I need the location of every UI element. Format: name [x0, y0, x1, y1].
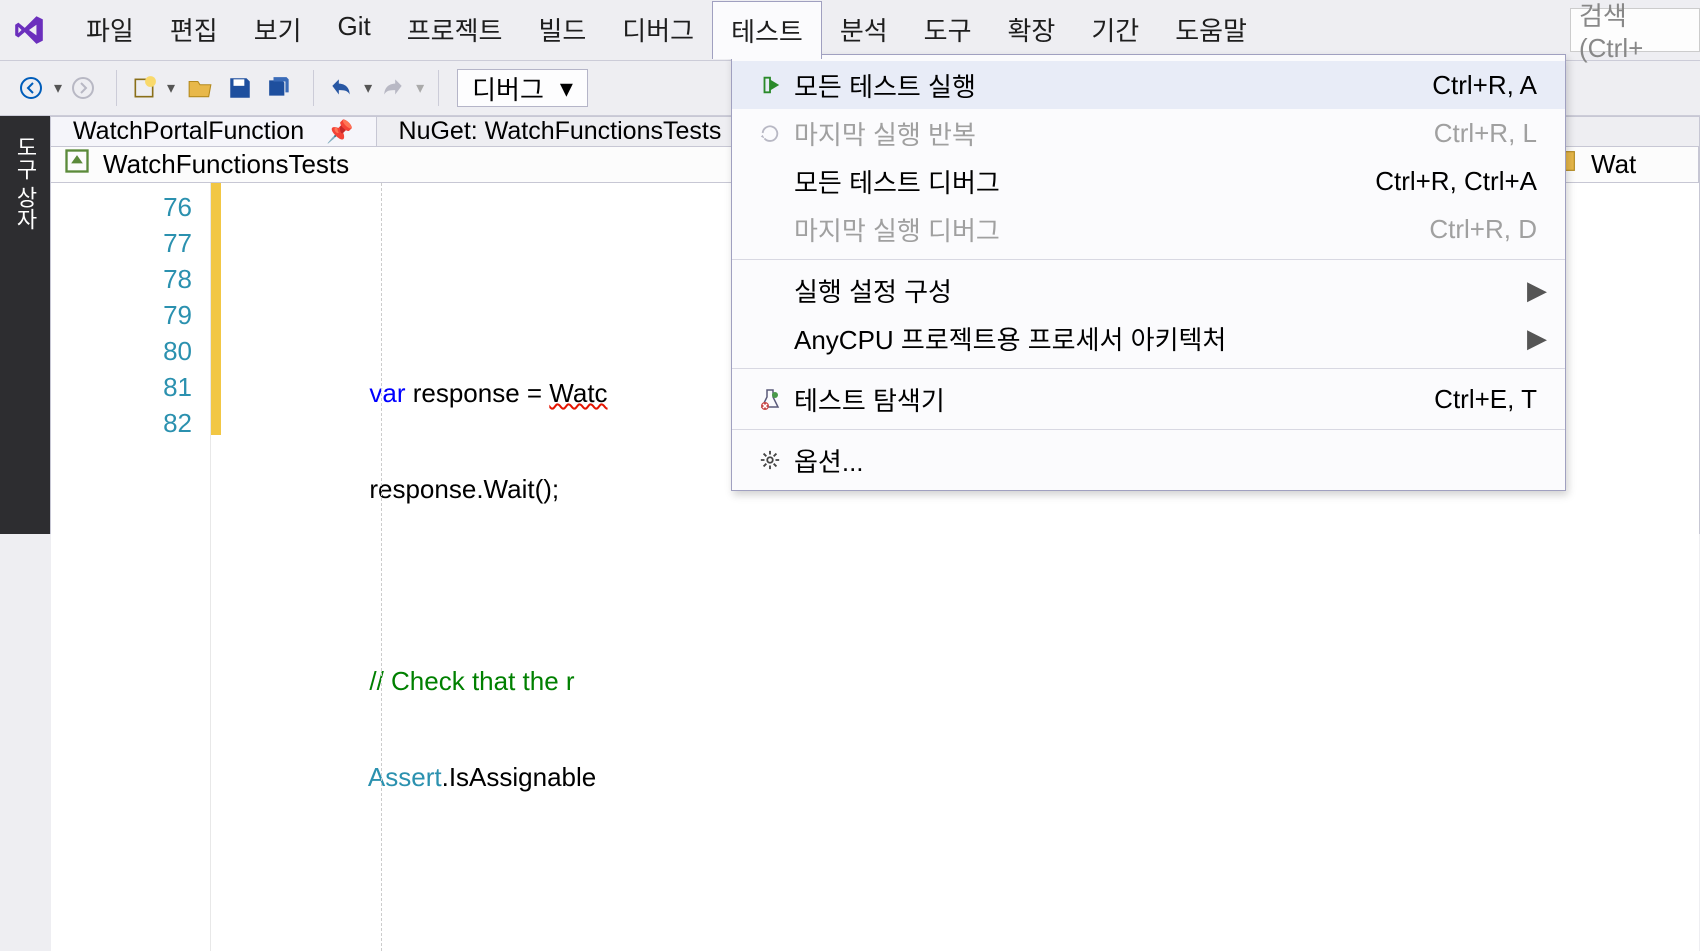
caret-down-icon[interactable]: ▾ — [416, 78, 424, 98]
menu-item-shortcut: Ctrl+R, A — [1432, 70, 1547, 101]
menu-item-label: 모든 테스트 실행 — [790, 67, 1432, 104]
change-indicator — [211, 183, 221, 951]
menu-bar: 파일편집보기Git프로젝트빌드디버그테스트분석도구확장기간도움말 검색(Ctrl… — [0, 0, 1700, 60]
menu-separator — [732, 429, 1565, 430]
menu-separator — [732, 259, 1565, 260]
project-icon — [63, 147, 91, 182]
caret-down-icon[interactable]: ▾ — [167, 78, 175, 98]
menu-item-label: 마지막 실행 반복 — [790, 115, 1434, 152]
nav-member-label: Wat — [1591, 149, 1636, 180]
tab-label: WatchPortalFunction — [73, 117, 304, 146]
submenu-arrow-icon: ▶ — [1527, 275, 1547, 306]
redo-button[interactable] — [376, 71, 410, 105]
menu-item-테스트 탐색기[interactable]: 테스트 탐색기Ctrl+E, T — [732, 375, 1565, 423]
submenu-arrow-icon: ▶ — [1527, 323, 1547, 354]
menu-item-shortcut: Ctrl+R, D — [1429, 214, 1547, 245]
undo-button[interactable] — [324, 71, 358, 105]
line-number: 80 — [51, 333, 192, 369]
config-label: 디버그 — [472, 70, 544, 107]
toolbox-label: 도구 상자 — [9, 136, 41, 230]
line-number: 79 — [51, 297, 192, 333]
menu-도움말[interactable]: 도움말 — [1157, 1, 1265, 59]
line-number: 81 — [51, 369, 192, 405]
menu-item-shortcut: Ctrl+R, L — [1434, 118, 1547, 149]
menu-item-label: 테스트 탐색기 — [790, 381, 1434, 418]
line-number: 76 — [51, 189, 192, 225]
menu-테스트[interactable]: 테스트 — [712, 1, 822, 59]
menu-item-마지막 실행 반복: 마지막 실행 반복Ctrl+R, L — [732, 109, 1565, 157]
menu-item-모든 테스트 실행[interactable]: 모든 테스트 실행Ctrl+R, A — [732, 61, 1565, 109]
toolbox-panel[interactable]: 도구 상자 — [0, 116, 50, 534]
caret-down-icon[interactable]: ▾ — [54, 78, 62, 98]
menu-item-AnyCPU 프로젝트용 프로세서 아키텍처[interactable]: AnyCPU 프로젝트용 프로세서 아키텍처 ▶ — [732, 314, 1565, 362]
vs-logo — [10, 11, 48, 49]
menu-item-실행 설정 구성[interactable]: 실행 설정 구성 ▶ — [732, 266, 1565, 314]
caret-down-icon: ▾ — [560, 73, 573, 104]
play-icon — [750, 74, 790, 96]
menu-item-모든 테스트 디버그[interactable]: 모든 테스트 디버그Ctrl+R, Ctrl+A — [732, 157, 1565, 205]
menu-디버그[interactable]: 디버그 — [604, 1, 712, 59]
menu-item-옵션...[interactable]: 옵션... — [732, 436, 1565, 484]
new-item-button[interactable] — [127, 71, 161, 105]
line-number: 77 — [51, 225, 192, 261]
tab-label: NuGet: WatchFunctionsTests — [399, 117, 722, 146]
caret-down-icon[interactable]: ▾ — [364, 78, 372, 98]
save-button[interactable] — [223, 71, 257, 105]
line-number: 82 — [51, 405, 192, 441]
code-line: Assert.IsAssignable — [261, 759, 1699, 795]
doc-tab-nuget[interactable]: NuGet: WatchFunctionsTests — [377, 117, 745, 146]
doc-tab-watchportal[interactable]: WatchPortalFunction 📌 — [51, 117, 377, 146]
save-all-button[interactable] — [263, 71, 297, 105]
search-placeholder: 검색(Ctrl+ — [1579, 0, 1691, 64]
line-gutter: 76 77 78 79 80 81 82 — [51, 183, 211, 951]
menu-item-마지막 실행 디버그: 마지막 실행 디버그Ctrl+R, D — [732, 205, 1565, 253]
menu-파일[interactable]: 파일 — [68, 1, 152, 59]
menu-item-label: 모든 테스트 디버그 — [790, 163, 1375, 200]
code-line — [261, 855, 1699, 891]
menu-기간[interactable]: 기간 — [1073, 1, 1157, 59]
menu-item-label: 옵션... — [790, 442, 1537, 479]
menu-item-shortcut: Ctrl+R, Ctrl+A — [1375, 166, 1547, 197]
menu-편집[interactable]: 편집 — [152, 1, 236, 59]
open-button[interactable] — [183, 71, 217, 105]
search-box[interactable]: 검색(Ctrl+ — [1570, 8, 1700, 52]
menu-프로젝트[interactable]: 프로젝트 — [389, 1, 521, 59]
menu-빌드[interactable]: 빌드 — [520, 1, 604, 59]
menu-item-label: 실행 설정 구성 — [790, 272, 1517, 309]
flask-icon — [750, 387, 790, 411]
repeat-icon — [750, 122, 790, 144]
pin-icon[interactable]: 📌 — [326, 119, 353, 145]
line-number: 78 — [51, 261, 192, 297]
menu-도구[interactable]: 도구 — [906, 1, 990, 59]
menu-보기[interactable]: 보기 — [236, 1, 320, 59]
nav-forward-button[interactable] — [66, 71, 100, 105]
menu-item-label: AnyCPU 프로젝트용 프로세서 아키텍처 — [790, 320, 1517, 357]
menu-분석[interactable]: 분석 — [822, 1, 906, 59]
gear-icon — [750, 449, 790, 471]
menu-item-shortcut: Ctrl+E, T — [1434, 384, 1547, 415]
test-menu-dropdown: 모든 테스트 실행Ctrl+R, A마지막 실행 반복Ctrl+R, L모든 테… — [731, 54, 1566, 491]
code-line — [261, 567, 1699, 603]
menu-Git[interactable]: Git — [320, 1, 389, 59]
config-combo[interactable]: 디버그 ▾ — [457, 69, 588, 107]
menu-item-label: 마지막 실행 디버그 — [790, 211, 1429, 248]
menu-separator — [732, 368, 1565, 369]
nav-back-button[interactable] — [14, 71, 48, 105]
code-line: // Check that the r — [261, 663, 1699, 699]
nav-scope-label: WatchFunctionsTests — [103, 149, 349, 180]
menu-확장[interactable]: 확장 — [990, 1, 1074, 59]
